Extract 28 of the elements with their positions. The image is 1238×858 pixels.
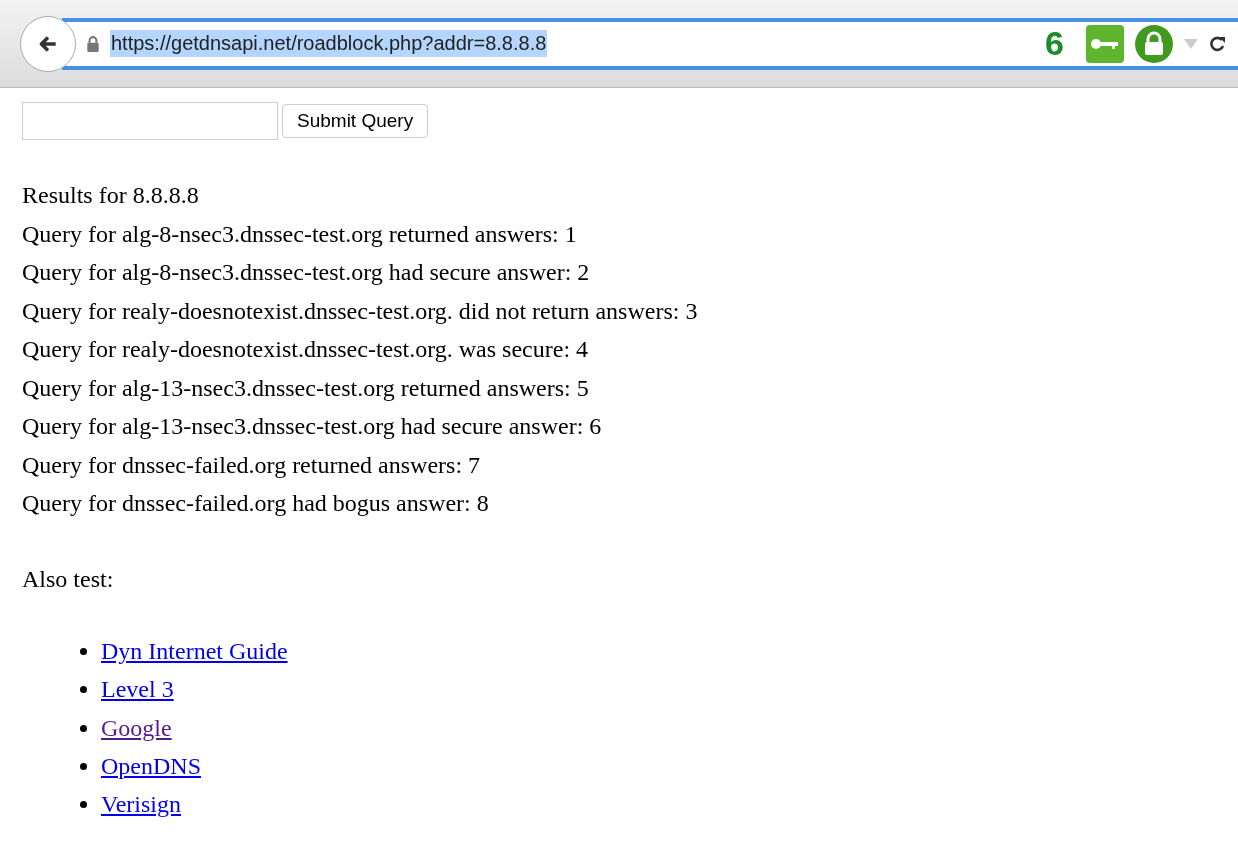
dns-link[interactable]: Dyn Internet Guide xyxy=(101,638,288,666)
result-line: Query for dnssec-failed.org had bogus answer: 8 xyxy=(22,489,490,518)
dns-link[interactable]: Google xyxy=(101,714,172,742)
also-test-label: Also test: xyxy=(22,565,115,593)
result-line: Query for realy-doesnotexist.dnssec-test.org. did not return answers: 3 xyxy=(22,296,699,326)
result-line: Query for alg-13-nsec3.dnssec-test.org had secure answer: 6 xyxy=(22,412,603,441)
result-line: Query for alg-13-nsec3.dnssec-test.org returned answers: 5 xyxy=(22,373,590,403)
bullet-icon xyxy=(80,648,87,656)
query-field[interactable] xyxy=(22,102,278,140)
result-line: Results for 8.8.8.8 xyxy=(22,181,200,210)
dns-link[interactable]: OpenDNS xyxy=(101,753,201,781)
badge-count: 6 xyxy=(1045,24,1064,63)
dns-link[interactable]: Verisign xyxy=(101,791,181,819)
key-icon[interactable] xyxy=(1086,24,1124,63)
result-line: Query for dnssec-failed.org returned answers: 7 xyxy=(22,450,482,480)
bullet-icon xyxy=(80,763,87,771)
bullet-icon xyxy=(80,686,87,694)
result-line: Query for alg-8-nsec3.dnssec-test.org had secure answer: 2 xyxy=(22,258,591,287)
url-text: https://getdnsapi.net/roadblock.php?addr=8.8.8.8 xyxy=(110,30,548,57)
bullet-icon xyxy=(80,724,87,732)
result-line: Query for realy-doesnotexist.dnssec-test.org. was secure: 4 xyxy=(22,335,590,364)
result-line: Query for alg-8-nsec3.dnssec-test.org returned answers: 1 xyxy=(22,219,578,249)
dns-link[interactable]: Level 3 xyxy=(101,676,174,704)
submit-button[interactable]: Submit Query xyxy=(282,104,429,138)
lock-icon xyxy=(86,35,100,52)
address-bar[interactable]: https://getdnsapi.net/roadblock.php?addr=8.8.8.8 6 xyxy=(62,17,1238,70)
padlock-icon[interactable] xyxy=(1134,23,1174,64)
bullet-icon xyxy=(80,801,87,809)
